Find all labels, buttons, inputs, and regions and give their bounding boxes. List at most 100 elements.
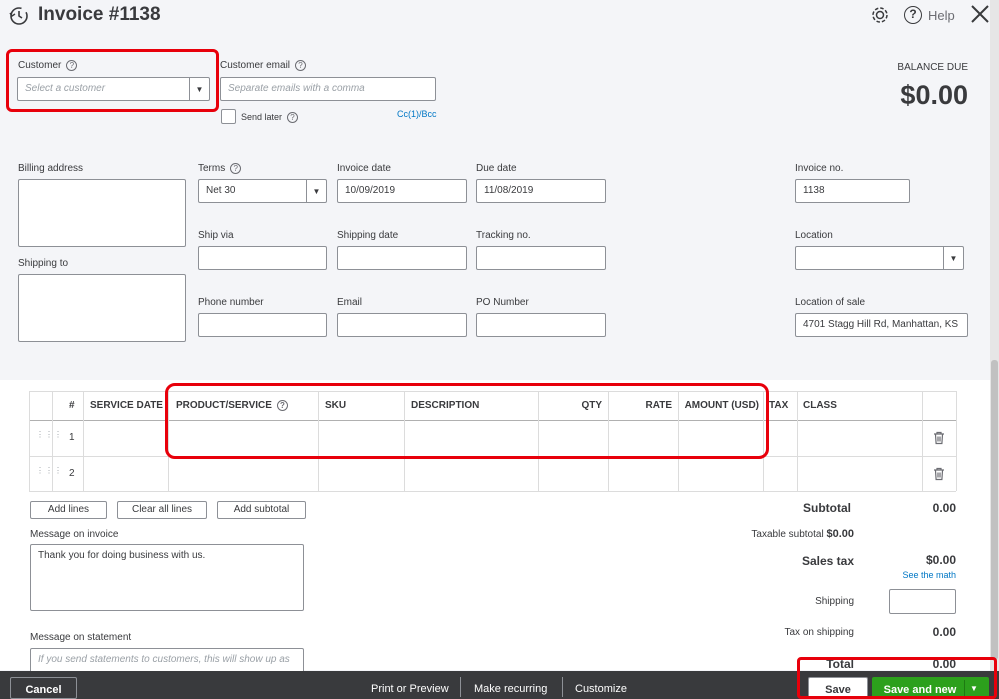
drag-handle-icon[interactable]: ⋮⋮⋮ <box>36 431 63 439</box>
invoice-date-label: Invoice date <box>337 163 391 174</box>
terms-select[interactable]: Net 30 ▼ <box>198 179 327 203</box>
col-divider <box>956 391 957 491</box>
gear-icon[interactable] <box>869 4 891 26</box>
customer-email-input[interactable]: Separate emails with a comma <box>220 77 436 101</box>
recent-history-icon[interactable] <box>8 5 30 27</box>
customer-email-label: Customer email <box>220 60 291 72</box>
terms-label: Terms <box>198 163 226 175</box>
chevron-down-icon[interactable]: ▼ <box>189 78 209 100</box>
location-label: Location <box>795 230 833 241</box>
trash-icon[interactable] <box>933 467 945 481</box>
col-divider <box>52 391 53 491</box>
billing-address-label: Billing address <box>18 163 84 174</box>
due-date-label: Due date <box>476 163 517 174</box>
customer-placeholder: Select a customer <box>25 83 106 94</box>
table-bottom-border <box>29 491 956 492</box>
tax-on-shipping-value: 0.00 <box>932 625 956 639</box>
footer-divider <box>460 677 461 697</box>
sales-tax-label: Sales tax <box>801 554 854 568</box>
col-divider <box>922 391 923 491</box>
scrollbar-thumb[interactable] <box>991 360 998 660</box>
location-of-sale-value: 4701 Stagg Hill Rd, Manhattan, KS <box>803 319 959 330</box>
clear-all-lines-button[interactable]: Clear all lines <box>117 501 207 519</box>
shipping-label: Shipping <box>815 596 854 607</box>
location-of-sale-input[interactable]: 4701 Stagg Hill Rd, Manhattan, KS <box>795 313 968 337</box>
billing-address-input[interactable] <box>18 179 186 247</box>
po-number-input[interactable] <box>476 313 606 337</box>
message-on-statement-placeholder: If you send statements to customers, thi… <box>38 654 290 665</box>
subtotal-label: Subtotal <box>803 501 851 515</box>
message-on-invoice-value: Thank you for doing business with us. <box>38 550 206 561</box>
customer-email-help-icon[interactable]: ? <box>295 60 307 71</box>
message-on-invoice-input[interactable]: Thank you for doing business with us. <box>30 544 304 611</box>
help-button[interactable]: ? Help <box>904 5 955 25</box>
customize-link[interactable]: Customize <box>575 683 627 695</box>
chevron-down-icon[interactable]: ▼ <box>306 180 326 202</box>
cancel-label: Cancel <box>25 684 62 696</box>
customer-email-label-row: Customer email? <box>220 60 307 72</box>
cc-bcc-link[interactable]: Cc(1)/Bcc <box>397 109 437 119</box>
po-number-label: PO Number <box>476 297 529 308</box>
chevron-down-icon[interactable]: ▼ <box>943 247 963 269</box>
terms-value: Net 30 <box>206 185 236 196</box>
see-the-math-link[interactable]: See the math <box>880 570 956 580</box>
col-header-tax: TAX <box>769 400 789 411</box>
col-header-service-date: SERVICE DATE <box>90 400 163 411</box>
shipping-date-label: Shipping date <box>337 230 399 241</box>
phone-number-input[interactable] <box>198 313 327 337</box>
taxable-subtotal-value: $0.00 <box>826 528 854 540</box>
send-later-checkbox[interactable] <box>221 109 236 124</box>
add-lines-button[interactable]: Add lines <box>30 501 107 519</box>
email-input[interactable] <box>337 313 467 337</box>
invoice-no-label: Invoice no. <box>795 163 844 174</box>
col-divider <box>797 391 798 491</box>
location-of-sale-label: Location of sale <box>795 297 866 308</box>
taxable-subtotal-row: Taxable subtotal $0.00 <box>700 528 854 540</box>
col-header-number: # <box>69 400 75 411</box>
invoice-date-input[interactable]: 10/09/2019 <box>337 179 467 203</box>
close-icon[interactable] <box>969 3 991 25</box>
phone-number-label: Phone number <box>198 297 264 308</box>
tax-on-shipping-label: Tax on shipping <box>784 627 855 638</box>
send-later-help-icon[interactable]: ? <box>287 112 299 124</box>
customer-select[interactable]: Select a customer ▼ <box>17 77 210 101</box>
shipping-to-label: Shipping to <box>18 258 69 269</box>
invoice-no-input[interactable]: 1138 <box>795 179 910 203</box>
message-on-invoice-label: Message on invoice <box>30 529 119 540</box>
send-later-label: Send later <box>241 112 283 122</box>
page-title: Invoice #1138 <box>38 4 161 25</box>
col-divider <box>83 391 84 491</box>
taxable-subtotal-label: Taxable subtotal <box>751 529 824 540</box>
balance-due-value: $0.00 <box>900 80 968 110</box>
location-select[interactable]: ▼ <box>795 246 964 270</box>
footer-divider <box>562 677 563 697</box>
ship-via-label: Ship via <box>198 230 234 241</box>
row-number: 2 <box>69 468 75 479</box>
balance-due-label: BALANCE DUE <box>897 62 968 73</box>
due-date-value: 11/08/2019 <box>484 185 534 196</box>
col-divider <box>29 391 30 491</box>
sales-tax-value: $0.00 <box>925 553 956 567</box>
due-date-input[interactable]: 11/08/2019 <box>476 179 606 203</box>
ship-via-input[interactable] <box>198 246 327 270</box>
shipping-to-input[interactable] <box>18 274 186 342</box>
trash-icon[interactable] <box>933 431 945 445</box>
tracking-no-input[interactable] <box>476 246 606 270</box>
shipping-amount-input[interactable] <box>889 589 956 614</box>
col-header-class: CLASS <box>803 400 837 411</box>
invoice-date-value: 10/09/2019 <box>345 185 396 196</box>
terms-label-row: Terms? <box>198 163 242 175</box>
tracking-no-label: Tracking no. <box>476 230 531 241</box>
shipping-date-input[interactable] <box>337 246 467 270</box>
subtotal-value: 0.00 <box>932 501 956 515</box>
customer-label: Customer <box>18 60 62 72</box>
customer-help-icon[interactable]: ? <box>66 60 78 71</box>
make-recurring-link[interactable]: Make recurring <box>474 683 547 695</box>
print-preview-link[interactable]: Print or Preview <box>371 683 449 695</box>
customer-label-row: Customer? <box>18 60 78 72</box>
terms-help-icon[interactable]: ? <box>230 163 242 174</box>
drag-handle-icon[interactable]: ⋮⋮⋮ <box>36 467 63 475</box>
add-subtotal-button[interactable]: Add subtotal <box>217 501 306 519</box>
row-number: 1 <box>69 432 75 443</box>
email-label: Email <box>337 297 363 308</box>
